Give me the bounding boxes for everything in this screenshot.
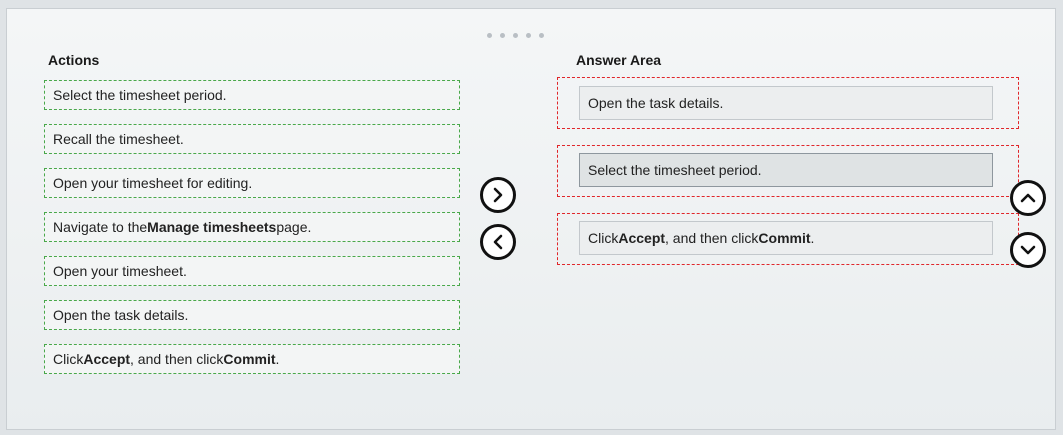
action-item-recall[interactable]: Recall the timesheet. [44, 124, 460, 154]
action-text: , and then click [130, 351, 224, 367]
answer-text: Open the task details. [588, 95, 724, 111]
actions-heading: Actions [48, 52, 100, 68]
action-text: Recall the timesheet. [53, 131, 184, 147]
chevron-right-icon [493, 187, 503, 203]
action-item-navigate-manage[interactable]: Navigate to the Manage timesheets page. [44, 212, 460, 242]
answer-item-open-task-details[interactable]: Open the task details. [579, 86, 993, 120]
answer-text: , and then click [665, 230, 759, 246]
carousel-dot [539, 33, 544, 38]
action-text: Click [53, 351, 84, 367]
action-text: Open your timesheet for editing. [53, 175, 253, 191]
action-text-bold: Manage timesheets [147, 219, 277, 235]
carousel-dot [513, 33, 518, 38]
move-left-button[interactable] [480, 224, 516, 260]
carousel-dots [487, 33, 544, 38]
answer-item-accept-commit[interactable]: Click Accept , and then click Commit . [579, 221, 993, 255]
action-text: Open your timesheet. [53, 263, 187, 279]
carousel-dot [526, 33, 531, 38]
action-text: page. [276, 219, 312, 235]
move-up-button[interactable] [1010, 180, 1046, 216]
action-text: Open the task details. [53, 307, 189, 323]
action-text-bold: Commit [223, 351, 276, 367]
answer-text-bold: Commit [758, 230, 811, 246]
answer-text: Click [588, 230, 619, 246]
action-item-open-for-editing[interactable]: Open your timesheet for editing. [44, 168, 460, 198]
action-text: Select the timesheet period. [53, 87, 227, 103]
action-item-open-timesheet[interactable]: Open your timesheet. [44, 256, 460, 286]
chevron-left-icon [493, 234, 503, 250]
answer-text-bold: Accept [618, 230, 666, 246]
answer-item-select-period[interactable]: Select the timesheet period. [579, 153, 993, 187]
action-text: Navigate to the [53, 219, 148, 235]
chevron-up-icon [1020, 193, 1036, 203]
action-text: . [275, 351, 280, 367]
move-down-button[interactable] [1010, 232, 1046, 268]
move-right-button[interactable] [480, 177, 516, 213]
action-item-accept-commit[interactable]: Click Accept , and then click Commit . [44, 344, 460, 374]
chevron-down-icon [1020, 245, 1036, 255]
answer-text: Select the timesheet period. [588, 162, 762, 178]
carousel-dot [487, 33, 492, 38]
action-item-select-period[interactable]: Select the timesheet period. [44, 80, 460, 110]
answer-area-heading: Answer Area [576, 52, 662, 68]
action-text-bold: Accept [83, 351, 131, 367]
carousel-dot [500, 33, 505, 38]
answer-text: . [810, 230, 815, 246]
action-item-open-task-details[interactable]: Open the task details. [44, 300, 460, 330]
